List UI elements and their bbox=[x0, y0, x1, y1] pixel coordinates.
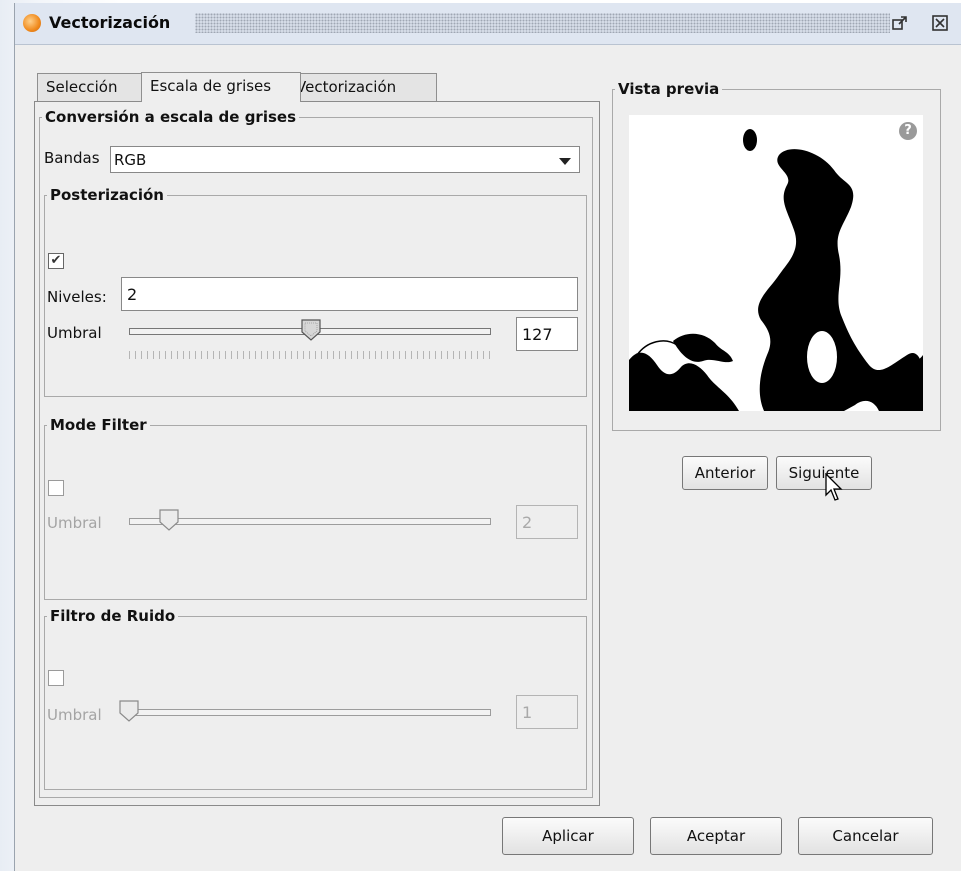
close-icon[interactable] bbox=[931, 14, 949, 32]
tab-escala-de-grises[interactable]: Escala de grises bbox=[141, 72, 301, 102]
mode-filter-threshold-thumb[interactable] bbox=[159, 509, 179, 531]
previous-button[interactable]: Anterior bbox=[682, 456, 768, 490]
posterization-threshold-ticks bbox=[129, 351, 491, 359]
levels-field[interactable]: 2 bbox=[121, 277, 578, 311]
mode-filter-threshold-label: Umbral bbox=[47, 514, 102, 532]
noise-filter-legend: Filtro de Ruido bbox=[50, 607, 176, 625]
tab-seleccion[interactable]: Selección bbox=[37, 73, 155, 101]
noise-filter-threshold-field[interactable]: 1 bbox=[516, 695, 578, 729]
noise-filter-threshold-thumb[interactable] bbox=[119, 700, 139, 722]
mode-filter-legend: Mode Filter bbox=[50, 416, 147, 434]
noise-filter-threshold-value: 1 bbox=[522, 703, 533, 722]
window-title: Vectorización bbox=[49, 13, 171, 32]
apply-button[interactable]: Aplicar bbox=[502, 817, 634, 855]
cancel-button[interactable]: Cancelar bbox=[798, 817, 933, 855]
next-button[interactable]: Siguiente bbox=[776, 456, 872, 490]
noise-filter-checkbox[interactable] bbox=[48, 670, 64, 686]
bands-label: Bandas bbox=[44, 149, 100, 167]
levels-label: Niveles: bbox=[47, 288, 107, 306]
posterization-checkbox[interactable]: ✔ bbox=[48, 253, 64, 269]
tab-label: Vectorización bbox=[296, 78, 397, 96]
title-bar-grip bbox=[195, 13, 890, 33]
app-logo-icon bbox=[23, 14, 41, 32]
noise-filter-threshold-track[interactable] bbox=[129, 709, 491, 716]
mode-filter-threshold-field[interactable]: 2 bbox=[516, 505, 578, 539]
mouse-cursor-icon bbox=[825, 472, 845, 503]
title-bar[interactable]: Vectorización bbox=[15, 3, 961, 45]
mode-filter-threshold-value: 2 bbox=[522, 513, 533, 532]
preview-legend: Vista previa bbox=[618, 80, 720, 98]
posterization-threshold-thumb[interactable] bbox=[301, 319, 321, 341]
chevron-down-icon[interactable] bbox=[559, 158, 571, 165]
bands-select-value: RGB bbox=[114, 151, 147, 169]
noise-filter-threshold-label: Umbral bbox=[47, 706, 102, 724]
tab-label: Selección bbox=[46, 78, 118, 96]
bands-select[interactable]: RGB bbox=[110, 146, 580, 173]
posterization-threshold-value: 127 bbox=[522, 325, 553, 344]
mode-filter-threshold-track[interactable] bbox=[129, 518, 491, 525]
vectorization-dialog: Vectorización Selección Escala de grises… bbox=[14, 3, 961, 871]
preview-image bbox=[629, 115, 923, 411]
posterization-legend: Posterización bbox=[50, 186, 164, 204]
grayscale-conversion-legend: Conversión a escala de grises bbox=[45, 108, 297, 126]
posterization-threshold-label: Umbral bbox=[47, 324, 102, 342]
noise-filter-group: Filtro de Ruido bbox=[44, 607, 587, 790]
posterization-threshold-field[interactable]: 127 bbox=[516, 317, 578, 351]
mode-filter-group: Mode Filter bbox=[44, 416, 587, 600]
accept-button[interactable]: Aceptar bbox=[650, 817, 782, 855]
tab-panel: Conversión a escala de grises Bandas RGB… bbox=[34, 101, 600, 806]
mode-filter-checkbox[interactable] bbox=[48, 480, 64, 496]
maximize-icon[interactable] bbox=[891, 14, 909, 32]
help-icon[interactable]: ? bbox=[899, 122, 917, 140]
levels-value: 2 bbox=[127, 285, 138, 304]
tab-vectorizacion[interactable]: Vectorización bbox=[287, 73, 437, 101]
tab-label: Escala de grises bbox=[150, 77, 272, 95]
